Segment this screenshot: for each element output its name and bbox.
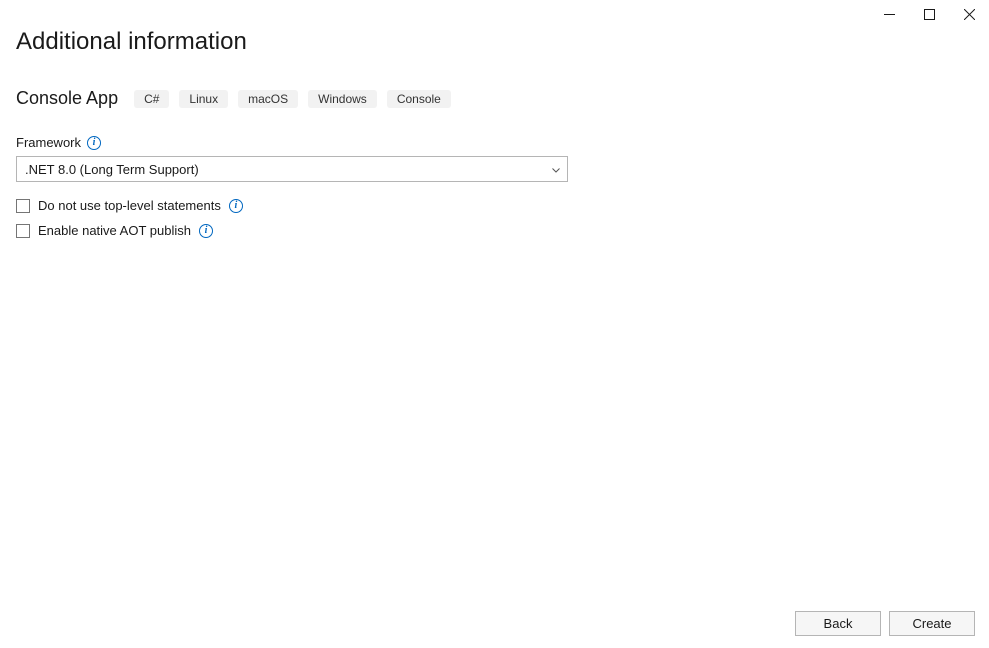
maximize-icon (924, 9, 935, 20)
info-icon[interactable]: i (229, 199, 243, 213)
tag-csharp: C# (134, 90, 169, 108)
info-icon[interactable]: i (87, 136, 101, 150)
minimize-button[interactable] (869, 0, 909, 28)
framework-label-row: Framework i (16, 135, 973, 150)
footer-buttons: Back Create (795, 611, 975, 636)
top-level-statements-row: Do not use top-level statements i (16, 198, 973, 213)
tag-console: Console (387, 90, 451, 108)
create-button[interactable]: Create (889, 611, 975, 636)
top-level-statements-label: Do not use top-level statements (38, 198, 221, 213)
tag-macos: macOS (238, 90, 298, 108)
top-level-statements-checkbox[interactable] (16, 199, 30, 213)
framework-selected-value: .NET 8.0 (Long Term Support) (25, 162, 199, 177)
close-icon (964, 9, 975, 20)
back-button[interactable]: Back (795, 611, 881, 636)
subtitle-row: Console App C# Linux macOS Windows Conso… (16, 88, 973, 109)
native-aot-row: Enable native AOT publish i (16, 223, 973, 238)
page-title: Additional information (16, 28, 973, 56)
window-controls (869, 0, 989, 28)
maximize-button[interactable] (909, 0, 949, 28)
content-area: Additional information Console App C# Li… (0, 0, 989, 238)
native-aot-checkbox[interactable] (16, 224, 30, 238)
info-icon[interactable]: i (199, 224, 213, 238)
tag-windows: Windows (308, 90, 377, 108)
framework-dropdown-field[interactable]: .NET 8.0 (Long Term Support) (16, 156, 568, 182)
minimize-icon (884, 9, 895, 20)
tag-linux: Linux (179, 90, 228, 108)
project-type-title: Console App (16, 88, 118, 109)
native-aot-label: Enable native AOT publish (38, 223, 191, 238)
framework-dropdown[interactable]: .NET 8.0 (Long Term Support) (16, 156, 568, 182)
framework-label: Framework (16, 135, 81, 150)
close-button[interactable] (949, 0, 989, 28)
